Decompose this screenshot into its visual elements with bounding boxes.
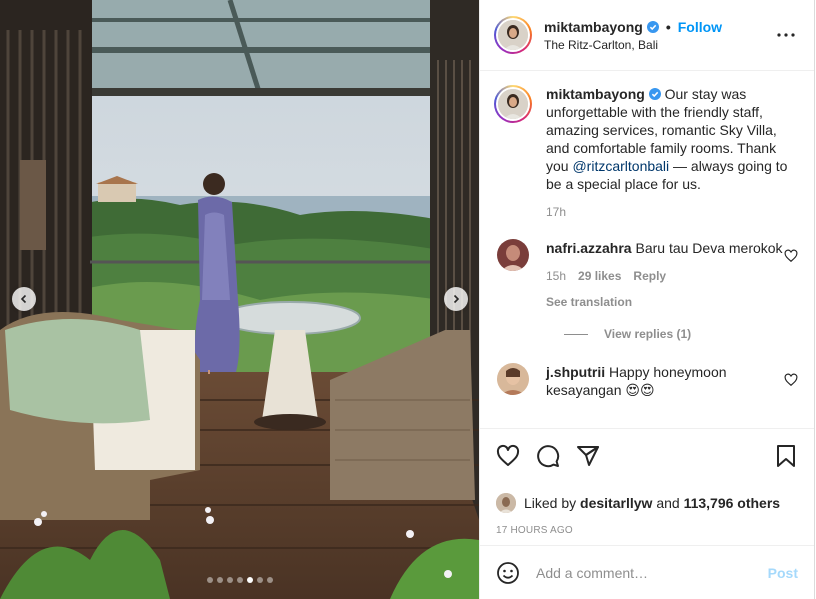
likes-connector: and	[656, 495, 680, 511]
header-text: miktambayong • Follow The Ritz-Carlton, …	[544, 19, 774, 52]
caption-avatar-wrap	[494, 85, 532, 221]
header-username-row: miktambayong • Follow	[544, 19, 774, 35]
post-caption: miktambayong Our stay was unforgettable …	[494, 85, 798, 221]
comment-text-block: j.shputrii Happy honeymoon kesayangan 😍😍	[546, 363, 784, 399]
comment-time[interactable]: 15h	[546, 267, 566, 285]
caption-meta: 17h	[546, 203, 798, 221]
chevron-right-icon	[453, 294, 460, 304]
caption-mention-link[interactable]: @ritzcarltonbali	[572, 158, 669, 174]
comment-username[interactable]: j.shputrii	[546, 364, 605, 380]
view-replies-label: View replies (1)	[604, 327, 692, 341]
separator-dot: •	[665, 18, 671, 35]
post-photo	[0, 0, 479, 599]
comment-avatar-wrap	[494, 363, 532, 399]
carousel-dot	[256, 577, 263, 583]
comment-username[interactable]: nafri.azzahra	[546, 240, 632, 256]
post-media[interactable]	[0, 0, 479, 599]
more-icon	[777, 33, 795, 37]
carousel-prev-button[interactable]	[12, 287, 36, 311]
comment-avatar[interactable]	[497, 239, 529, 271]
comment-item: j.shputrii Happy honeymoon kesayangan 😍😍	[494, 363, 798, 399]
carousel-indicator	[0, 577, 479, 583]
action-bar	[496, 441, 798, 471]
comment-likes[interactable]: 29 likes	[578, 267, 621, 285]
likes-summary[interactable]: Liked by desitarllyw and 113,796 others	[496, 493, 798, 513]
comment-text-block: nafri.azzahra Baru tau Deva merokok	[546, 239, 784, 257]
chevron-left-icon	[20, 294, 27, 304]
comment-input[interactable]	[536, 564, 768, 581]
verified-icon	[648, 88, 661, 100]
avatar-image	[498, 89, 528, 119]
comment-text: Baru tau Deva merokok	[635, 240, 783, 256]
author-avatar[interactable]	[494, 16, 532, 54]
avatar-picture	[497, 363, 529, 395]
caption-time[interactable]: 17h	[546, 203, 566, 221]
emoji-icon[interactable]	[496, 561, 520, 585]
comment-icon[interactable]	[536, 444, 560, 468]
post-side-panel: miktambayong • Follow The Ritz-Carlton, …	[479, 0, 815, 599]
view-replies-button[interactable]: View replies (1)	[564, 327, 798, 341]
carousel-dot	[266, 577, 273, 583]
likes-text: Liked by desitarllyw and 113,796 others	[524, 495, 780, 511]
avatar-picture	[498, 89, 528, 119]
post-comment-button[interactable]: Post	[768, 565, 798, 581]
liker-avatar	[496, 493, 516, 513]
more-options-button[interactable]	[774, 23, 798, 47]
carousel-dot	[216, 577, 223, 583]
post-actions: Liked by desitarllyw and 113,796 others …	[480, 428, 814, 536]
carousel-dot	[206, 577, 213, 583]
reply-button[interactable]: Reply	[633, 267, 666, 285]
carousel-dot	[236, 577, 243, 583]
comment-avatar-wrap	[494, 239, 532, 311]
carousel-dot	[246, 577, 253, 583]
avatar-picture	[498, 20, 528, 50]
post-timestamp[interactable]: 17 hours ago	[496, 525, 798, 536]
post-header: miktambayong • Follow The Ritz-Carlton, …	[480, 0, 814, 71]
caption-username[interactable]: miktambayong	[546, 86, 645, 102]
avatar-picture	[496, 493, 516, 513]
comment-avatar[interactable]	[497, 363, 529, 395]
caption-avatar[interactable]	[494, 85, 532, 123]
comment-body: nafri.azzahra Baru tau Deva merokok 15h …	[546, 239, 784, 311]
follow-button[interactable]: Follow	[678, 19, 722, 35]
likes-prefix: Liked by	[524, 495, 577, 511]
avatar-border	[496, 18, 530, 52]
share-icon[interactable]	[576, 444, 600, 468]
comment-body: j.shputrii Happy honeymoon kesayangan 😍😍	[546, 363, 784, 399]
avatar-border	[496, 87, 530, 121]
comments-section[interactable]: miktambayong Our stay was unforgettable …	[480, 71, 814, 428]
view-replies-line	[564, 333, 588, 335]
author-username[interactable]: miktambayong	[544, 19, 643, 35]
post-location[interactable]: The Ritz-Carlton, Bali	[544, 38, 774, 52]
likes-others-count[interactable]: 113,796 others	[684, 495, 781, 511]
avatar-picture	[497, 239, 529, 271]
carousel-next-button[interactable]	[444, 287, 468, 311]
avatar-image	[498, 20, 528, 50]
comment-like-heart-icon[interactable]	[784, 373, 798, 387]
comment-meta: 15h 29 likes Reply	[546, 267, 784, 285]
comment-like-heart-icon[interactable]	[784, 249, 798, 263]
caption-body: miktambayong Our stay was unforgettable …	[546, 85, 798, 221]
liker-username[interactable]: desitarllyw	[580, 495, 652, 511]
see-translation-link[interactable]: See translation	[546, 293, 784, 311]
add-comment-bar: Post	[480, 545, 814, 599]
heart-icon[interactable]	[496, 444, 520, 468]
carousel-dot	[226, 577, 233, 583]
caption-text-block: miktambayong Our stay was unforgettable …	[546, 85, 798, 193]
comment-item: nafri.azzahra Baru tau Deva merokok 15h …	[494, 239, 798, 311]
bookmark-icon[interactable]	[774, 444, 798, 468]
verified-icon	[646, 20, 659, 33]
